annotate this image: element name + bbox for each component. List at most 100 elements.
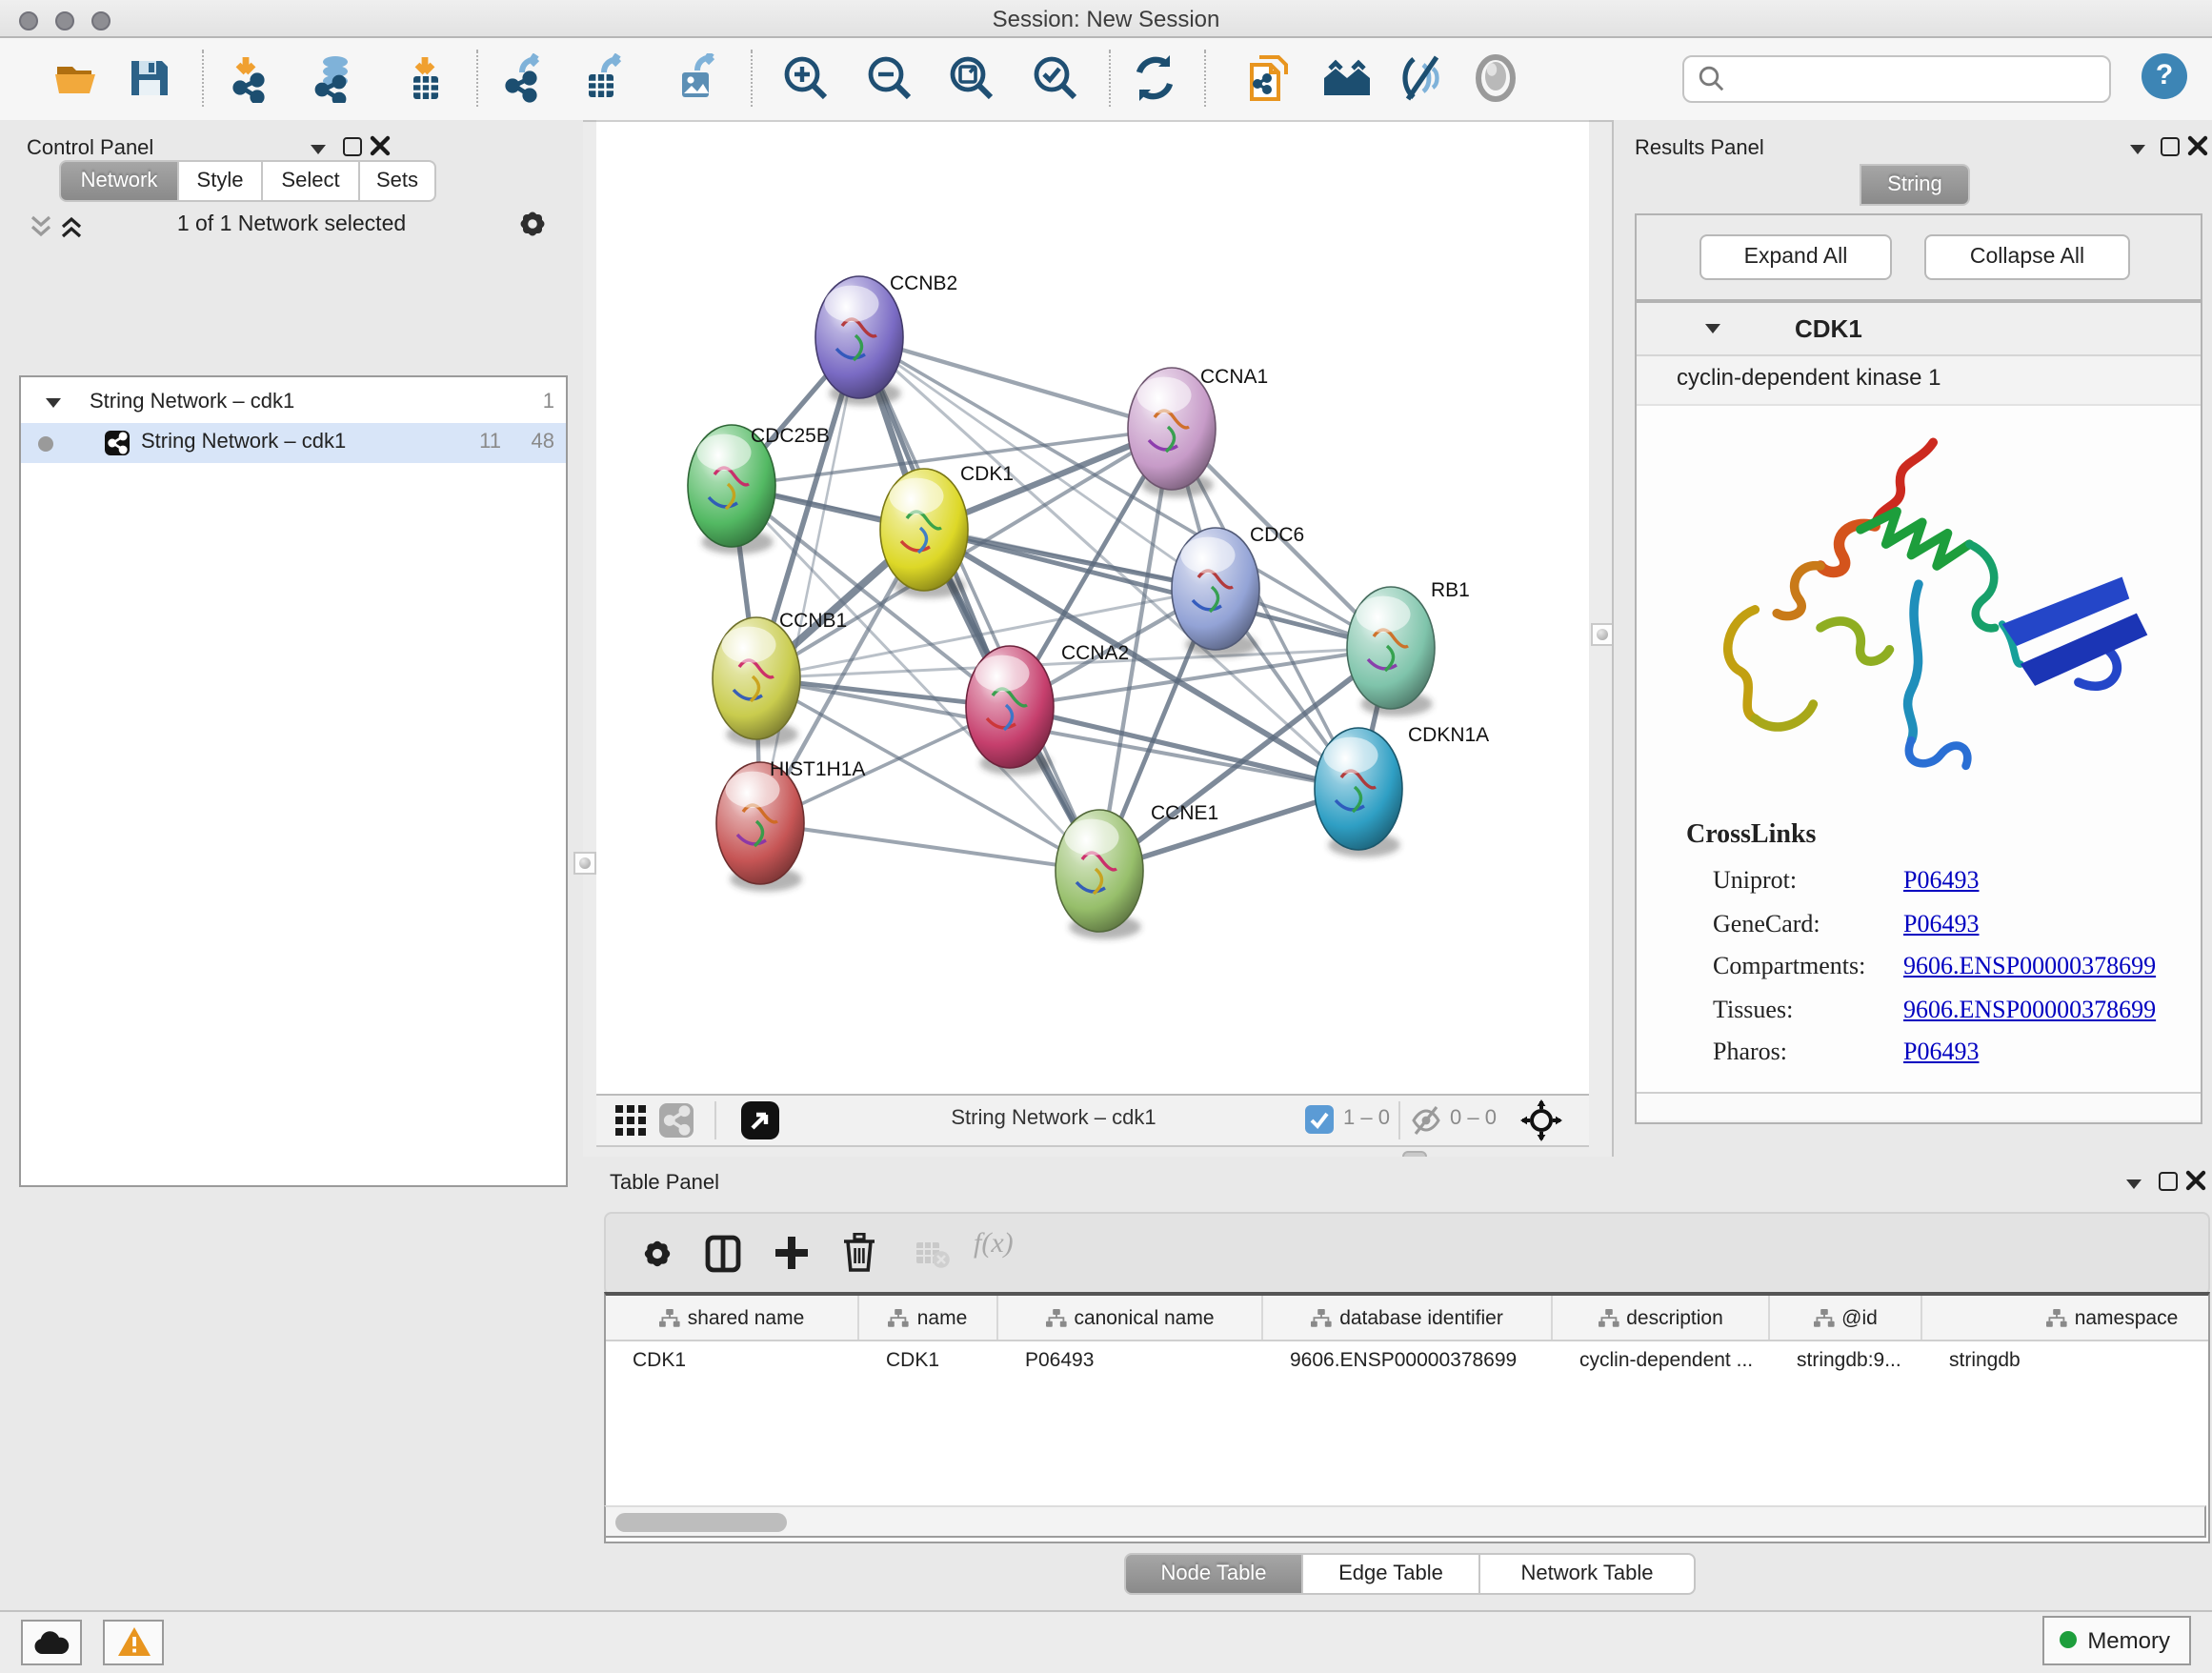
graph-node-CCNA2[interactable] xyxy=(966,646,1054,776)
crosslink-link[interactable]: P06493 xyxy=(1903,908,1979,937)
table-hscrollbar-thumb[interactable] xyxy=(615,1513,787,1532)
tab-network-table[interactable]: Network Table xyxy=(1480,1553,1696,1595)
table-panel-close-button[interactable] xyxy=(2185,1170,2206,1191)
expand-all-button[interactable]: Expand All xyxy=(1699,234,1892,280)
save-session-icon[interactable] xyxy=(124,53,173,103)
graph-node-CCNE1[interactable] xyxy=(1056,810,1143,939)
show-columns-icon[interactable] xyxy=(705,1235,741,1273)
tab-string[interactable]: String xyxy=(1860,164,1970,206)
tab-network[interactable]: Network xyxy=(59,160,179,202)
tab-select[interactable]: Select xyxy=(263,160,360,202)
network-canvas[interactable]: CCNB2CCNA1CDC25BCDK1CDC6RB1CCNB1CCNA2CDK… xyxy=(596,120,1589,1096)
graph-node-CDC6[interactable] xyxy=(1172,528,1259,657)
column-header-canonical-name[interactable]: canonical name xyxy=(998,1296,1263,1340)
function-builder-button[interactable]: f(x) xyxy=(974,1229,1014,1261)
tree-collapse-icon[interactable] xyxy=(46,398,61,408)
export-network-icon[interactable] xyxy=(499,53,549,103)
import-network-file-icon[interactable] xyxy=(223,53,272,103)
graph-edge-CCNB2-CCNA1[interactable] xyxy=(859,337,1172,429)
refresh-view-icon[interactable] xyxy=(1130,53,1179,103)
graph-edge-CCNB2-CCNE1[interactable] xyxy=(859,337,1099,871)
graph-node-CDK1[interactable] xyxy=(880,469,968,598)
table-row[interactable]: CDK1CDK1P064939606.ENSP00000378699cyclin… xyxy=(606,1341,2208,1381)
results-panel-collapse-button[interactable] xyxy=(2130,145,2145,154)
detach-view-icon[interactable] xyxy=(741,1101,779,1139)
graph-node-HIST1H1A[interactable] xyxy=(716,762,804,892)
share-view-icon[interactable] xyxy=(659,1103,694,1138)
import-network-database-icon[interactable] xyxy=(307,53,356,103)
zoom-in-icon[interactable] xyxy=(781,53,831,103)
delete-table-icon[interactable] xyxy=(915,1240,951,1269)
tab-edge-table[interactable]: Edge Table xyxy=(1303,1553,1480,1595)
tab-sets[interactable]: Sets xyxy=(360,160,436,202)
graph-node-RB1[interactable] xyxy=(1347,587,1435,716)
network-label: String Network – cdk1 xyxy=(141,423,346,463)
crosslink-link[interactable]: P06493 xyxy=(1903,1037,1979,1065)
column-header-name[interactable]: name xyxy=(859,1296,998,1340)
results-panel-close-button[interactable] xyxy=(2187,135,2208,156)
search-input[interactable] xyxy=(1682,55,2111,103)
memory-status-dot xyxy=(2059,1631,2076,1648)
zoom-fit-icon[interactable] xyxy=(947,53,996,103)
crosslink-label: Tissues: xyxy=(1637,988,1903,1031)
graph-node-CCNB2[interactable] xyxy=(815,276,903,406)
export-table-icon[interactable] xyxy=(577,53,627,103)
hidden-eye-icon[interactable] xyxy=(1410,1105,1442,1136)
export-image-icon[interactable] xyxy=(671,53,720,103)
open-session-icon[interactable] xyxy=(51,53,101,103)
control-panel-collapse-button[interactable] xyxy=(311,145,326,154)
crosslink-link[interactable]: 9606.ENSP00000378699 xyxy=(1903,994,2156,1022)
delete-column-icon[interactable] xyxy=(842,1233,876,1273)
graph-node-CCNB1[interactable] xyxy=(713,617,800,747)
column-header-shared-name[interactable]: shared name xyxy=(606,1296,859,1340)
graph-node-CDKN1A[interactable] xyxy=(1315,728,1402,857)
create-column-icon[interactable] xyxy=(774,1235,810,1271)
crosslink-link[interactable]: P06493 xyxy=(1903,865,1979,894)
graph-edge-CCNA2-CDKN1A[interactable] xyxy=(1010,707,1358,789)
zoom-selected-icon[interactable] xyxy=(1031,53,1080,103)
node-label-RB1: RB1 xyxy=(1431,579,1470,601)
table-cell: 9606.ENSP00000378699 xyxy=(1263,1341,1553,1381)
table-hscrollbar[interactable] xyxy=(604,1505,2206,1538)
tab-style[interactable]: Style xyxy=(179,160,263,202)
network-tree-child-row[interactable]: String Network – cdk1 11 48 xyxy=(21,423,566,463)
network-options-gear-icon[interactable] xyxy=(516,208,549,240)
column-header-namespace[interactable]: namespace xyxy=(1922,1296,2210,1340)
collapse-all-button[interactable]: Collapse All xyxy=(1924,234,2130,280)
results-panel-float-button[interactable] xyxy=(2161,137,2180,156)
control-panel-float-button[interactable] xyxy=(343,137,362,156)
column-header-description[interactable]: description xyxy=(1553,1296,1770,1340)
memory-button[interactable]: Memory xyxy=(2041,1616,2191,1665)
tab-node-table[interactable]: Node Table xyxy=(1124,1553,1303,1595)
control-panel-close-button[interactable] xyxy=(370,135,391,156)
home-icon[interactable] xyxy=(1322,53,1372,103)
selected-nodes-checkbox[interactable] xyxy=(1305,1105,1334,1134)
network-tree-root-row[interactable]: String Network – cdk1 1 xyxy=(21,383,566,423)
table-options-gear-icon[interactable] xyxy=(640,1237,674,1271)
graph-edge-HIST1H1A-CCNE1[interactable] xyxy=(760,823,1099,871)
table-panel-collapse-button[interactable] xyxy=(2126,1179,2142,1189)
node-label-CCNB1: CCNB1 xyxy=(779,610,847,632)
gene-description: cyclin-dependent kinase 1 xyxy=(1677,364,1941,391)
gene-header-row[interactable]: CDK1 xyxy=(1637,303,2201,356)
crosslink-label: GeneCard: xyxy=(1637,902,1903,945)
crosslink-link[interactable]: 9606.ENSP00000378699 xyxy=(1903,951,2156,979)
show-hide-details-icon[interactable] xyxy=(1398,53,1448,103)
column-header-database-identifier[interactable]: database identifier xyxy=(1263,1296,1553,1340)
right-splitter-handle[interactable] xyxy=(1591,623,1614,646)
cloud-status-button[interactable] xyxy=(21,1620,82,1665)
graph-edge-CCNB2-HIST1H1A[interactable] xyxy=(760,337,859,823)
table-panel-float-button[interactable] xyxy=(2159,1172,2178,1191)
zoom-out-icon[interactable] xyxy=(865,53,915,103)
left-splitter-handle[interactable] xyxy=(573,852,596,875)
birds-eye-view-icon[interactable] xyxy=(1471,53,1520,103)
help-button[interactable]: ? xyxy=(2142,53,2187,99)
grid-view-icon[interactable] xyxy=(615,1105,648,1138)
gene-collapse-icon[interactable] xyxy=(1705,324,1720,333)
import-table-file-icon[interactable] xyxy=(400,53,450,103)
column-header-@id[interactable]: @id xyxy=(1770,1296,1922,1340)
results-scrollbar-track[interactable] xyxy=(1637,1092,2201,1120)
export-web-page-icon[interactable] xyxy=(1244,53,1294,103)
birds-eye-toggle-icon[interactable] xyxy=(1520,1099,1562,1141)
warning-status-button[interactable] xyxy=(103,1620,164,1665)
